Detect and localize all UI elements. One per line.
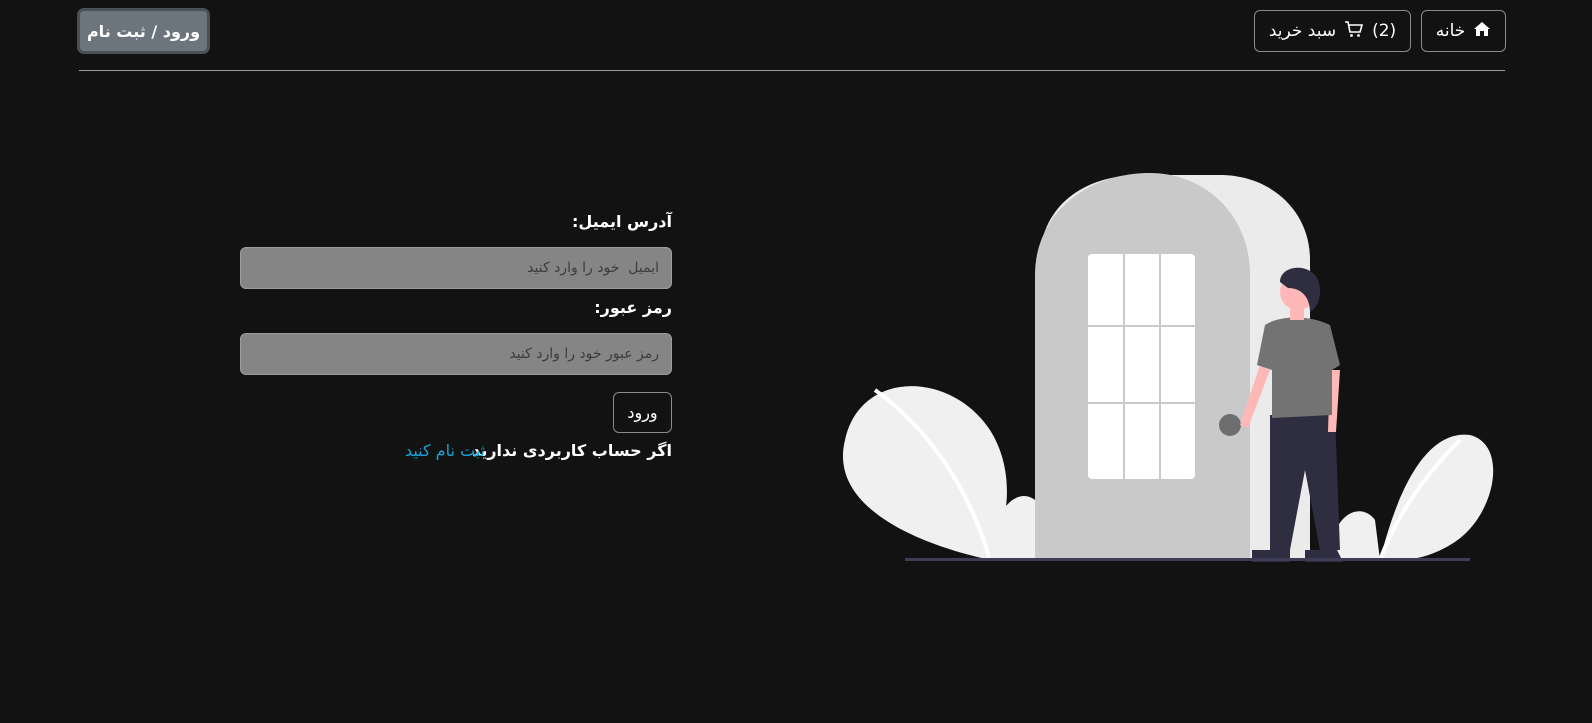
home-button[interactable]: خانه [1421,10,1506,52]
register-link[interactable]: ثبت نام کنید [380,441,485,460]
no-account-text: اگر حساب کاربردی ندارید [472,441,672,460]
email-label: آدرس ایمیل: [572,212,672,231]
password-field[interactable] [240,333,672,375]
login-submit-button[interactable]: ورود [613,392,672,433]
password-label: رمز عبور: [594,298,672,317]
home-icon [1473,21,1491,42]
door-illustration [840,170,1500,570]
cart-count: (2) [1372,21,1397,41]
header-divider [79,70,1505,71]
top-navbar: خانه سبد خرید (2) ورود / ثبت نام [0,0,1592,71]
cart-label: سبد خرید [1268,21,1337,41]
home-label: خانه [1435,21,1466,41]
cart-button[interactable]: سبد خرید (2) [1254,10,1411,52]
email-field[interactable] [240,247,672,289]
cart-icon [1344,20,1364,43]
login-register-button[interactable]: ورود / ثبت نام [77,8,210,54]
